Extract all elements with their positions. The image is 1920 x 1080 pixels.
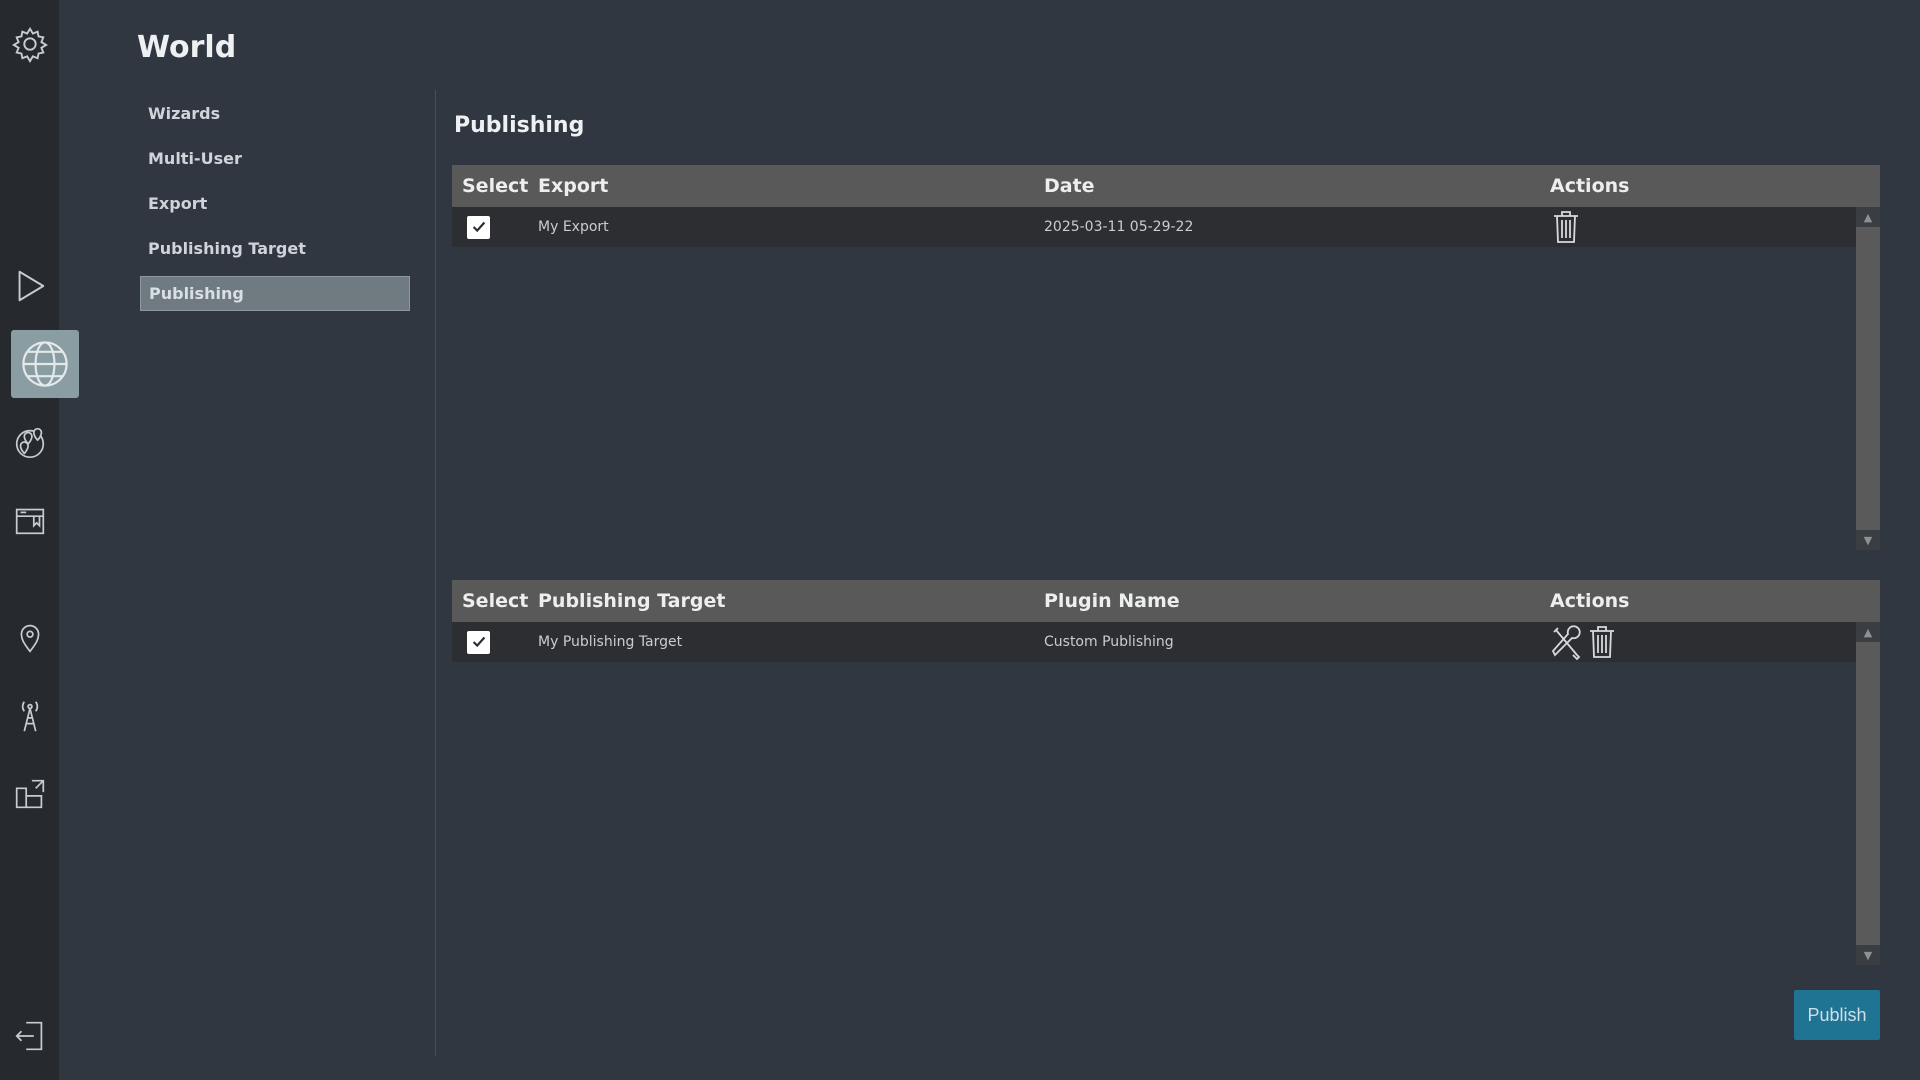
exports-scrollbar[interactable]: ▲ ▼ [1856, 207, 1880, 550]
settings-button[interactable] [0, 14, 59, 74]
exports-table: Select Export Date Actions My Export 202… [452, 165, 1880, 550]
settings-subnav: Wizards Multi-User Export Publishing Tar… [140, 96, 410, 321]
pin-button[interactable] [0, 608, 59, 668]
row-checkbox[interactable] [467, 630, 490, 654]
logout-button[interactable] [0, 1006, 59, 1066]
gear-icon [11, 26, 48, 63]
plugins-button[interactable] [0, 764, 59, 824]
library-button[interactable] [0, 490, 59, 550]
table-row: My Publishing Target Custom Publishing [452, 622, 1856, 662]
folder-icon [15, 508, 44, 535]
vertical-divider [435, 90, 436, 1056]
column-header-actions: Actions [1550, 175, 1630, 197]
column-header-select: Select [462, 175, 529, 197]
publishing-targets-table: Select Publishing Target Plugin Name Act… [452, 580, 1880, 965]
targets-scrollbar[interactable]: ▲ ▼ [1856, 622, 1880, 965]
row-checkbox[interactable] [467, 215, 490, 239]
edit-target-button[interactable] [1550, 624, 1582, 660]
tools-icon [1551, 625, 1581, 660]
export-date: 2025-03-11 05-29-22 [1044, 219, 1194, 235]
run-button[interactable] [0, 256, 59, 316]
subnav-item-multi-user[interactable]: Multi-User [140, 141, 410, 176]
column-header-plugin-name: Plugin Name [1044, 590, 1180, 612]
scroll-down-arrow-icon[interactable]: ▼ [1856, 530, 1880, 550]
subnav-item-wizards[interactable]: Wizards [140, 96, 410, 131]
table-header: Select Export Date Actions [452, 165, 1880, 207]
publishing-target-name: My Publishing Target [538, 634, 683, 650]
column-header-publishing-target: Publishing Target [538, 590, 726, 612]
table-row: My Export 2025-03-11 05-29-22 [452, 207, 1856, 247]
antenna-tower-icon [21, 701, 38, 732]
publish-button[interactable]: Publish [1794, 990, 1880, 1040]
table-body: My Publishing Target Custom Publishing ▲… [452, 622, 1880, 965]
globe-icon [22, 341, 68, 387]
play-icon [18, 270, 44, 302]
scroll-up-arrow-icon[interactable]: ▲ [1856, 207, 1880, 227]
icon-rail [0, 0, 79, 1080]
logout-icon [14, 1021, 42, 1051]
scroll-down-arrow-icon[interactable]: ▼ [1856, 945, 1880, 965]
subnav-item-export[interactable]: Export [140, 186, 410, 221]
column-header-date: Date [1044, 175, 1095, 197]
column-header-actions: Actions [1550, 590, 1630, 612]
subnav-item-publishing-target[interactable]: Publishing Target [140, 231, 410, 266]
plugin-name: Custom Publishing [1044, 634, 1174, 650]
trash-icon [1554, 211, 1578, 243]
network-button[interactable] [0, 686, 59, 746]
section-title: Publishing [454, 113, 585, 138]
trash-icon [1590, 626, 1614, 658]
table-body: My Export 2025-03-11 05-29-22 ▲ ▼ [452, 207, 1880, 550]
page-title: World [137, 30, 237, 65]
subnav-item-publishing[interactable]: Publishing [140, 276, 410, 311]
export-name: My Export [538, 219, 609, 235]
checkmark-icon [472, 221, 485, 233]
scroll-track[interactable] [1856, 642, 1880, 945]
column-header-export: Export [538, 175, 609, 197]
location-pin-icon [20, 624, 39, 653]
map-pins-icon [15, 427, 44, 459]
scroll-up-arrow-icon[interactable]: ▲ [1856, 622, 1880, 642]
column-header-select: Select [462, 590, 529, 612]
world-button[interactable] [11, 330, 79, 398]
delete-target-button[interactable] [1586, 624, 1618, 660]
scroll-track[interactable] [1856, 227, 1880, 530]
plugin-icon [15, 779, 44, 809]
delete-export-button[interactable] [1550, 209, 1582, 245]
locations-button[interactable] [0, 412, 59, 472]
checkmark-icon [472, 636, 485, 648]
table-header: Select Publishing Target Plugin Name Act… [452, 580, 1880, 622]
